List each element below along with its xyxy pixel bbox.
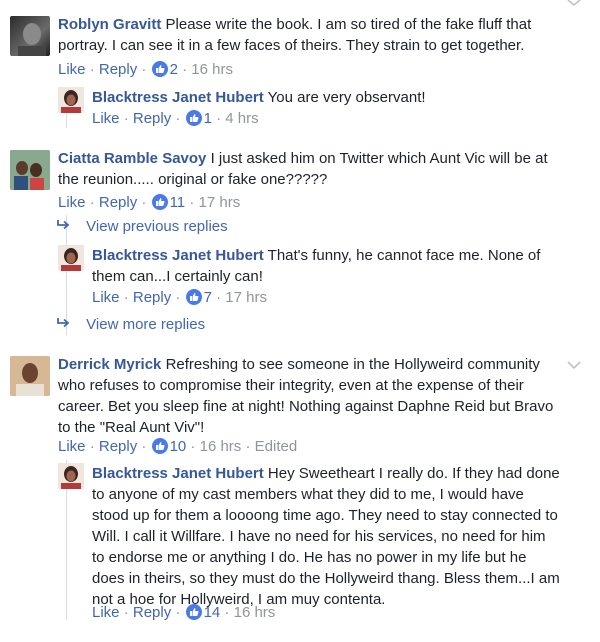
reply-body: Blacktress Janet Hubert That's funny, he… (92, 245, 562, 287)
timestamp[interactable]: 17 hrs (225, 289, 267, 306)
avatar[interactable] (10, 150, 50, 190)
thumbs-up-icon[interactable] (185, 289, 202, 305)
timestamp[interactable]: 17 hrs (199, 194, 241, 211)
reply-actions: Like · Reply · 14 · 16 hrs (92, 604, 276, 621)
avatar[interactable] (58, 87, 84, 113)
like-link[interactable]: Like (58, 438, 86, 455)
reply-link[interactable]: Reply (133, 604, 171, 621)
comment-author[interactable]: Roblyn Gravitt (58, 16, 161, 33)
reply-link[interactable]: Reply (99, 438, 137, 455)
thumbs-up-icon[interactable] (151, 194, 168, 210)
reply-link[interactable]: Reply (99, 61, 137, 78)
reply-text: You are very observant! (267, 89, 426, 106)
chevron-down-icon[interactable] (566, 0, 582, 8)
reply-arrow-icon (56, 315, 74, 335)
reply-actions: Like · Reply · 7 · 17 hrs (92, 289, 267, 306)
reply-link[interactable]: Reply (99, 194, 137, 211)
comment-author[interactable]: Ciatta Ramble Savoy (58, 150, 206, 167)
timestamp[interactable]: 16 hrs (200, 438, 242, 455)
thumbs-up-icon[interactable] (185, 110, 202, 126)
comment-body: Roblyn Gravitt Please write the book. I … (58, 14, 568, 56)
reaction-count[interactable]: 7 (204, 289, 212, 306)
reaction-count[interactable]: 10 (170, 438, 187, 455)
timestamp[interactable]: 16 hrs (191, 61, 233, 78)
avatar[interactable] (10, 356, 50, 396)
view-previous-replies-label: View previous replies (86, 218, 228, 235)
thumbs-up-icon[interactable] (185, 604, 202, 620)
reaction-count[interactable]: 2 (170, 61, 178, 78)
thumbs-up-icon[interactable] (151, 61, 168, 77)
reaction-count[interactable]: 1 (204, 110, 212, 127)
like-link[interactable]: Like (92, 604, 120, 621)
comment-body: Derrick Myrick Refreshing to see someone… (58, 354, 563, 438)
thumbs-up-icon[interactable] (151, 438, 168, 454)
reaction-count[interactable]: 11 (170, 194, 186, 211)
comment-actions: Like · Reply · 11 · 17 hrs (58, 194, 241, 211)
edited-label[interactable]: Edited (255, 438, 298, 455)
comment-author[interactable]: Derrick Myrick (58, 356, 161, 373)
view-more-replies-link[interactable]: View more replies (56, 315, 205, 335)
like-link[interactable]: Like (58, 194, 86, 211)
reply-body: Blacktress Janet Hubert Hey Sweetheart I… (92, 463, 562, 610)
like-link[interactable]: Like (92, 110, 120, 127)
like-link[interactable]: Like (58, 61, 86, 78)
reply-author[interactable]: Blacktress Janet Hubert (92, 247, 264, 264)
reply-link[interactable]: Reply (133, 110, 171, 127)
reply-author[interactable]: Blacktress Janet Hubert (92, 465, 264, 482)
comment-actions: Like · Reply · 10 · 16 hrs · Edited (58, 438, 298, 455)
comment-body: Ciatta Ramble Savoy I just asked him on … (58, 148, 568, 190)
view-more-replies-label: View more replies (86, 316, 206, 333)
avatar[interactable] (58, 463, 84, 489)
comment-actions: Like · Reply · 2 · 16 hrs (58, 61, 233, 78)
reply-author[interactable]: Blacktress Janet Hubert (92, 89, 264, 106)
timestamp[interactable]: 4 hrs (225, 110, 258, 127)
reply-text: Hey Sweetheart I really do. If they had … (92, 465, 560, 608)
chevron-down-icon[interactable] (566, 360, 582, 370)
avatar[interactable] (58, 245, 84, 271)
timestamp[interactable]: 16 hrs (234, 604, 276, 621)
reply-body: Blacktress Janet Hubert You are very obs… (92, 87, 572, 108)
avatar[interactable] (10, 16, 50, 56)
reply-arrow-icon (56, 217, 74, 237)
reply-actions: Like · Reply · 1 · 4 hrs (92, 110, 259, 127)
like-link[interactable]: Like (92, 289, 120, 306)
reaction-count[interactable]: 14 (204, 604, 221, 621)
view-previous-replies-link[interactable]: View previous replies (56, 217, 228, 237)
reply-link[interactable]: Reply (133, 289, 171, 306)
